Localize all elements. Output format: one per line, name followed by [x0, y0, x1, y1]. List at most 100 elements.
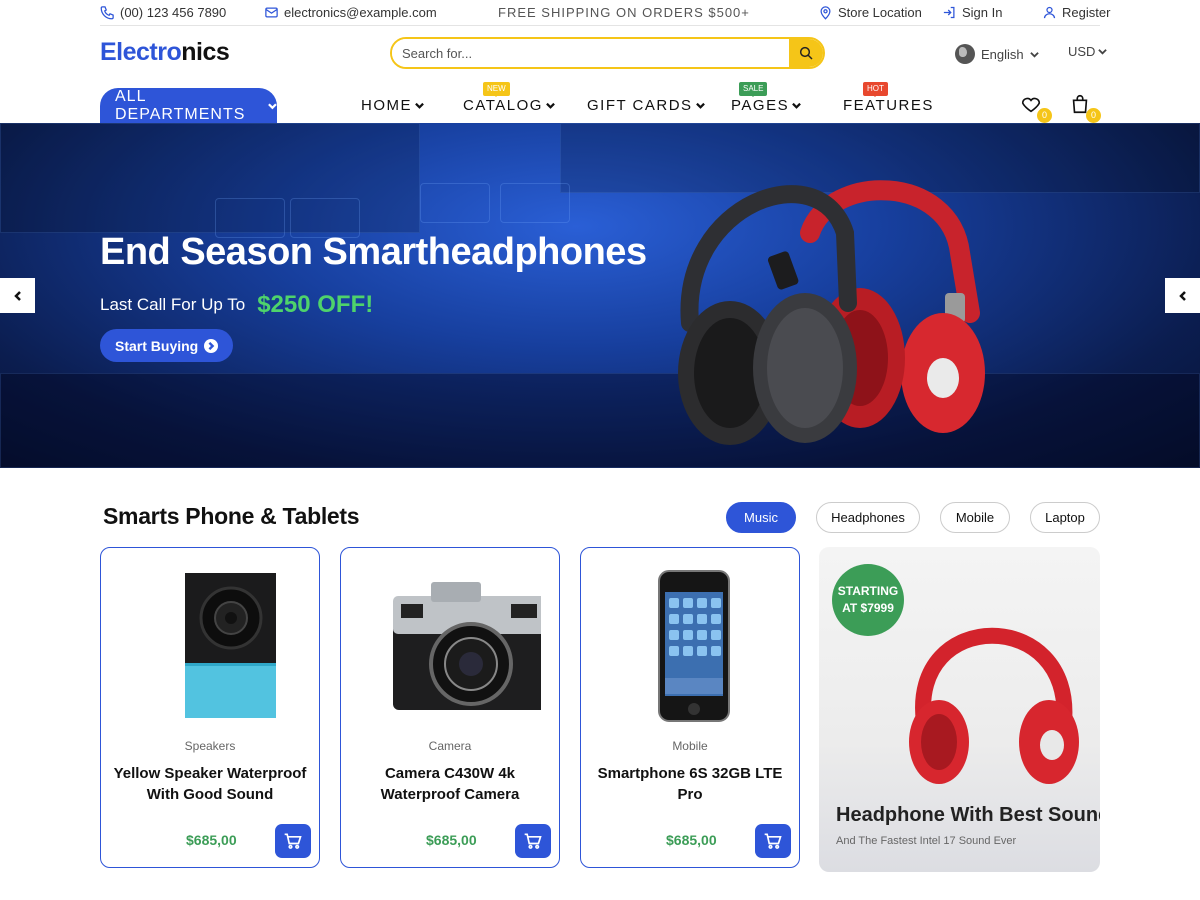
nav-features[interactable]: FEATURES — [843, 97, 934, 114]
email-address: electronics@example.com — [284, 5, 437, 20]
top-bar: (00) 123 456 7890 electronics@example.co… — [100, 0, 1110, 26]
phone-contact[interactable]: (00) 123 456 7890 — [100, 5, 226, 20]
currency-selector[interactable]: USD — [1068, 44, 1108, 59]
wishlist-count: 0 — [1037, 108, 1052, 123]
product-name[interactable]: Camera C430W 4k Waterproof Camera — [351, 763, 549, 805]
all-departments-button[interactable]: ALL DEPARTMENTS — [100, 88, 277, 124]
product-name[interactable]: Yellow Speaker Waterproof With Good Soun… — [111, 763, 309, 805]
language-label: English — [981, 46, 1024, 62]
red-headphones-image — [909, 627, 1079, 784]
sign-in-label: Sign In — [962, 5, 1003, 20]
promo-title: Headphone With Best Sound — [836, 804, 1100, 826]
nav-pages-label: PAGES — [731, 97, 790, 114]
nav-gift-cards-label: GIFT CARDS — [587, 97, 693, 114]
filter-headphones[interactable]: Headphones — [816, 502, 920, 533]
chevron-down-icon — [546, 102, 555, 109]
add-to-cart-button[interactable] — [275, 824, 311, 858]
hero-subtitle-row: Last Call For Up To $250 OFF! — [100, 291, 373, 319]
chevron-down-icon — [792, 102, 801, 109]
promo-banner[interactable]: STARTING AT $7999 Headphone With Best So… — [819, 547, 1100, 872]
search-icon — [799, 46, 813, 60]
store-location-label: Store Location — [838, 5, 922, 20]
badge-line-2: AT $7999 — [842, 601, 894, 615]
shopping-cart-icon — [764, 833, 782, 849]
hero-title: End Season Smartheadphones — [100, 231, 647, 273]
nav-pages[interactable]: PAGES — [731, 97, 801, 114]
product-price: $685,00 — [666, 832, 717, 848]
product-price: $685,00 — [426, 832, 477, 848]
product-card[interactable]: Camera Camera C430W 4k Waterproof Camera… — [340, 547, 560, 868]
nav-catalog[interactable]: CATALOG — [463, 97, 555, 114]
hero-subtitle: Last Call For Up To — [100, 295, 246, 314]
logo-part-2: nics — [181, 38, 230, 66]
nav-gift-cards[interactable]: GIFT CARDS — [587, 97, 705, 114]
add-to-cart-button[interactable] — [755, 824, 791, 858]
nav-features-label: FEATURES — [843, 97, 934, 114]
product-price: $685,00 — [186, 832, 237, 848]
chevron-down-icon — [415, 102, 424, 109]
product-card[interactable]: Mobile Smartphone 6S 32GB LTE Pro $685,0… — [580, 547, 800, 868]
add-to-cart-button[interactable] — [515, 824, 551, 858]
product-name[interactable]: Smartphone 6S 32GB LTE Pro — [591, 763, 789, 805]
chevron-down-icon — [268, 103, 277, 110]
filter-laptop[interactable]: Laptop — [1030, 502, 1100, 533]
map-pin-icon — [820, 6, 831, 20]
chevron-left-icon — [1178, 290, 1186, 301]
arrow-right-circle-icon — [204, 338, 219, 353]
hero-prev-button[interactable] — [0, 278, 35, 313]
nav-home[interactable]: HOME — [361, 97, 424, 114]
user-icon — [1043, 6, 1056, 19]
sign-in-icon — [943, 6, 955, 19]
phone-icon — [100, 6, 114, 20]
register-link[interactable]: Register — [1042, 5, 1110, 20]
product-card[interactable]: Speakers Yellow Speaker Waterproof With … — [100, 547, 320, 868]
search-button[interactable] — [789, 39, 823, 67]
product-category: Camera — [428, 739, 472, 753]
globe-icon — [955, 44, 975, 64]
store-location-link[interactable]: Store Location — [818, 5, 922, 20]
email-contact[interactable]: electronics@example.com — [264, 5, 437, 20]
hero-bg-panel — [0, 373, 1200, 468]
new-badge: NEW — [483, 82, 510, 97]
chevron-left-icon — [13, 290, 21, 301]
filter-music[interactable]: Music — [726, 502, 796, 533]
wishlist-button[interactable]: 0 — [1020, 93, 1052, 123]
hero-next-button[interactable] — [1165, 278, 1200, 313]
filter-mobile[interactable]: Mobile — [940, 502, 1010, 533]
all-departments-label: ALL DEPARTMENTS — [115, 88, 246, 123]
hero-bg-hexagon — [420, 183, 490, 223]
speaker-image — [185, 573, 276, 718]
chevron-down-icon — [1029, 51, 1039, 58]
hero-bg-hexagon — [500, 183, 570, 223]
start-buying-button[interactable]: Start Buying — [100, 329, 234, 362]
hero-headphones-image — [678, 180, 985, 445]
shopping-cart-icon — [524, 833, 542, 849]
chevron-down-icon — [695, 102, 705, 109]
section-title: Smarts Phone & Tablets — [103, 503, 360, 529]
start-buying-label: Start Buying — [115, 337, 199, 354]
product-category: Mobile — [672, 739, 708, 753]
starting-price-badge: STARTING AT $7999 — [832, 564, 904, 636]
promo-subtitle: And The Fastest Intel 17 Sound Ever — [836, 835, 1017, 847]
language-selector[interactable]: English — [955, 44, 1039, 64]
search-bar — [390, 37, 825, 69]
black-headphones — [678, 185, 857, 445]
logo-part-1: Electro — [100, 38, 182, 66]
sign-in-link[interactable]: Sign In — [942, 5, 1002, 20]
hero-discount: $250 OFF! — [257, 291, 374, 318]
shopping-cart-icon — [284, 833, 302, 849]
search-input[interactable] — [392, 39, 789, 67]
free-shipping-notice: FREE SHIPPING ON ORDERS $500+ — [498, 5, 750, 20]
smartphone-image — [658, 570, 730, 722]
hot-badge: HOT — [863, 82, 888, 97]
nav-home-label: HOME — [361, 97, 412, 114]
badge-line-1: STARTING — [837, 584, 899, 598]
sale-badge: SALE — [739, 82, 768, 97]
chevron-down-icon — [1098, 49, 1108, 55]
cart-button[interactable]: 0 — [1069, 93, 1101, 123]
hero-banner: End Season Smartheadphones Last Call For… — [0, 123, 1200, 468]
register-label: Register — [1062, 5, 1111, 20]
site-logo[interactable]: Electronics — [100, 38, 230, 67]
phone-number: (00) 123 456 7890 — [120, 5, 227, 20]
cart-count: 0 — [1086, 108, 1101, 123]
